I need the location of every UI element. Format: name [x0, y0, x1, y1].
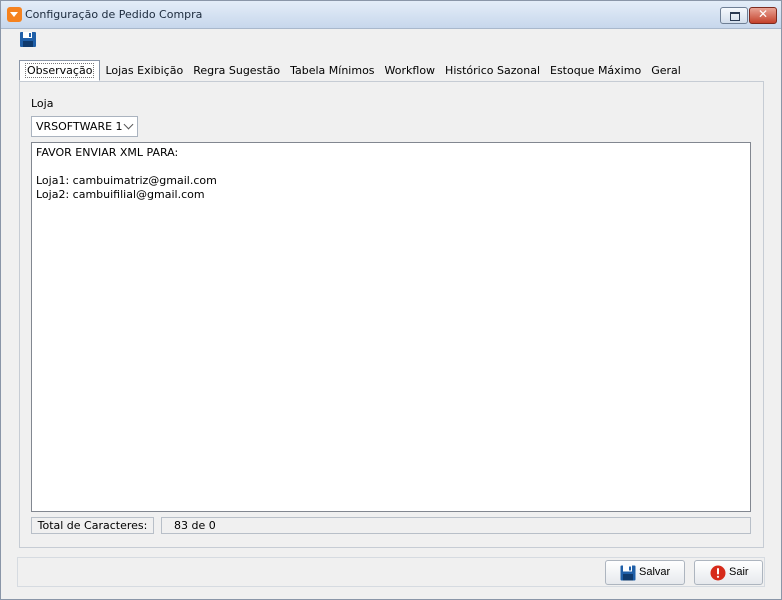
tab-panel-observacao: Loja VRSOFTWARE 1 FAVOR ENVIAR XML PARA:…	[19, 81, 764, 548]
char-count-value: 83 de 0	[161, 517, 751, 534]
app-window: Configuração de Pedido Compra ✕ Observaç…	[0, 0, 782, 600]
close-button[interactable]: ✕	[749, 7, 777, 24]
close-icon: ✕	[757, 7, 769, 21]
app-logo-icon	[7, 7, 22, 22]
save-button-label: Salvar	[639, 566, 671, 578]
tab-lojas-exibicao[interactable]: Lojas Exibição	[100, 61, 188, 80]
floppy-disk-icon	[20, 32, 36, 47]
tab-historico-sazonal[interactable]: Histórico Sazonal	[440, 61, 545, 80]
exit-button[interactable]: Sair	[694, 560, 763, 585]
chevron-down-icon	[123, 119, 134, 130]
restore-button[interactable]	[720, 7, 748, 24]
store-select-value: VRSOFTWARE 1	[36, 120, 123, 133]
tab-estoque-maximo[interactable]: Estoque Máximo	[545, 61, 646, 80]
tab-workflow[interactable]: Workflow	[380, 61, 441, 80]
store-label: Loja	[31, 97, 54, 110]
tab-geral[interactable]: Geral	[646, 61, 686, 80]
tab-strip: Observação Lojas Exibição Regra Sugestão Ta…	[19, 60, 686, 82]
title-bar[interactable]: Configuração de Pedido Compra ✕	[1, 1, 781, 29]
toolbar-save-button[interactable]	[19, 31, 37, 48]
tab-observacao[interactable]: Observação	[19, 60, 101, 81]
observation-textarea[interactable]: FAVOR ENVIAR XML PARA: Loja1: cambuimatr…	[31, 142, 751, 512]
power-icon	[710, 565, 726, 581]
tab-regra-sugestao[interactable]: Regra Sugestão	[188, 61, 285, 80]
char-count-label: Total de Caracteres:	[31, 517, 154, 534]
exit-button-label: Sair	[729, 566, 749, 578]
store-select[interactable]: VRSOFTWARE 1	[31, 116, 138, 137]
window-title: Configuração de Pedido Compra	[25, 8, 203, 21]
tab-tabela-minimos[interactable]: Tabela Mínimos	[285, 61, 379, 80]
floppy-disk-icon	[620, 565, 636, 581]
save-button[interactable]: Salvar	[605, 560, 685, 585]
